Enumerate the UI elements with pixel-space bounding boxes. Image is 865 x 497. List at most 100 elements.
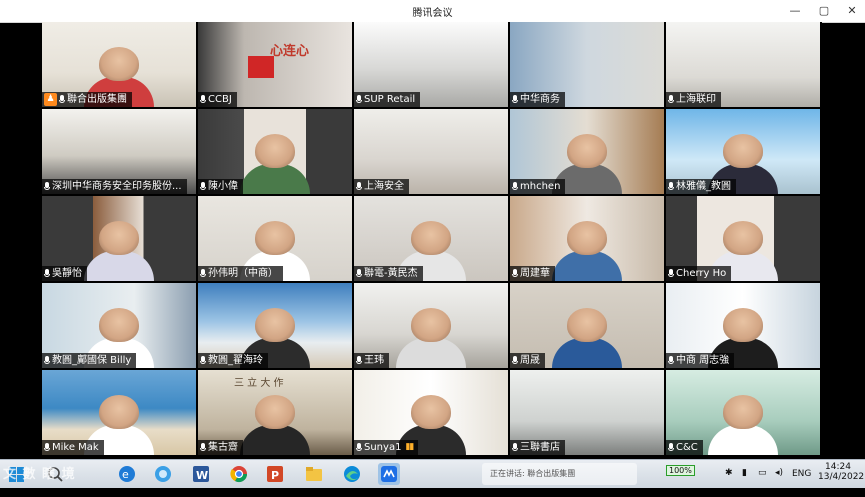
participant-name-tag: Cherry Ho xyxy=(666,266,732,281)
participant-name-tag: ♟ 聯合出版集團 xyxy=(42,92,132,107)
taskbar: e W P 正在讲话: 聯合出版集團 100% ✱ ▮ ▭ ◂) ENG 14:… xyxy=(0,459,865,488)
participant-name: 教圓_鄺國保 Billy xyxy=(52,355,132,366)
participant-face xyxy=(411,395,451,429)
video-tile[interactable]: C&C xyxy=(666,370,820,455)
participant-name: 吳靜怡 xyxy=(52,268,82,279)
participant-name: 深圳中华商务安全印务股份... xyxy=(52,181,182,192)
video-tile[interactable]: SUP Retail xyxy=(354,22,508,107)
participant-name: 教圓_翟海玲 xyxy=(208,355,263,366)
participant-name: 周晟 xyxy=(520,355,540,366)
microphone-icon xyxy=(200,95,206,104)
microphone-icon xyxy=(44,269,50,278)
powerpoint-icon[interactable]: P xyxy=(264,463,286,485)
participant-face xyxy=(723,395,763,429)
participant-face xyxy=(567,134,607,168)
start-button[interactable] xyxy=(6,463,28,485)
video-tile[interactable]: 深圳中华商务安全印务股份... xyxy=(42,109,196,194)
video-tile[interactable]: 上海联印 xyxy=(666,22,820,107)
video-tile[interactable]: 教圓_翟海玲 xyxy=(198,283,352,368)
participant-face xyxy=(411,221,451,255)
bluetooth-icon[interactable]: ✱ xyxy=(725,468,733,496)
chrome-icon[interactable] xyxy=(228,463,250,485)
participant-name-tag: C&C xyxy=(666,440,703,455)
microphone-icon xyxy=(44,356,50,365)
video-tile[interactable]: 林雅儀_教圓 xyxy=(666,109,820,194)
speaking-status: 正在讲话: 聯合出版集團 xyxy=(482,463,637,485)
participant-name: SUP Retail xyxy=(364,94,416,105)
video-tile[interactable]: 中华商务 xyxy=(510,22,664,107)
microphone-icon xyxy=(200,182,206,191)
participant-name: 上海安全 xyxy=(364,181,404,192)
video-tile[interactable]: ♟ 聯合出版集團 xyxy=(42,22,196,107)
edge-icon[interactable] xyxy=(341,463,363,485)
wall-calligraphy: 三 立 大 作 xyxy=(234,378,284,389)
participant-name: 孙伟明（中商） xyxy=(208,268,278,279)
microphone-icon xyxy=(356,182,362,191)
participant-name-tag: 吳靜怡 xyxy=(42,266,87,281)
video-tile[interactable]: 周建華 xyxy=(510,196,664,281)
video-tile[interactable]: mhchen xyxy=(510,109,664,194)
participant-face xyxy=(567,221,607,255)
video-tile[interactable]: 吳靜怡 xyxy=(42,196,196,281)
battery-percent: 100% xyxy=(666,465,695,476)
video-tile[interactable]: Sunya1 ▮▮ xyxy=(354,370,508,455)
microphone-icon xyxy=(512,356,518,365)
microphone-icon xyxy=(668,269,674,278)
browser-icon[interactable] xyxy=(152,463,174,485)
clock-time: 14:24 xyxy=(825,462,851,472)
maximize-button[interactable]: ▢ xyxy=(812,2,836,20)
participant-name-tag: mhchen xyxy=(510,179,566,194)
edge-legacy-icon[interactable]: e xyxy=(116,463,138,485)
video-tile[interactable]: 中商 周志強 xyxy=(666,283,820,368)
file-explorer-icon[interactable] xyxy=(303,463,325,485)
microphone-icon xyxy=(668,182,674,191)
video-tile[interactable]: 三聯書店 xyxy=(510,370,664,455)
video-tile[interactable]: 孙伟明（中商） xyxy=(198,196,352,281)
search-icon[interactable] xyxy=(44,463,66,485)
participant-name-tag: 王玮 xyxy=(354,353,389,368)
tencent-meeting-icon[interactable] xyxy=(378,463,400,485)
microphone-icon xyxy=(512,443,518,452)
microphone-icon xyxy=(44,182,50,191)
video-tile[interactable]: 王玮 xyxy=(354,283,508,368)
participant-name: 陳小偉 xyxy=(208,181,238,192)
video-tile[interactable]: 三 立 大 作集古齋 xyxy=(198,370,352,455)
volume-icon[interactable]: ◂) xyxy=(775,468,783,496)
minimize-button[interactable]: — xyxy=(783,2,807,20)
video-tile[interactable]: 上海安全 xyxy=(354,109,508,194)
participant-name-tag: 上海安全 xyxy=(354,179,409,194)
participant-name-tag: CCBJ xyxy=(198,92,237,107)
microphone-icon xyxy=(200,356,206,365)
participant-name-tag: 周晟 xyxy=(510,353,545,368)
video-grid: ♟ 聯合出版集團 心连心 CCBJ SUP Retail 中华商务 上海联印深圳中华商务安全… xyxy=(42,22,822,459)
participant-face xyxy=(99,308,139,342)
participant-name: 林雅儀_教圓 xyxy=(676,181,731,192)
microphone-icon xyxy=(59,95,65,104)
participant-name: 聯電-黃民杰 xyxy=(364,268,418,279)
video-tile[interactable]: 陳小偉 xyxy=(198,109,352,194)
clock[interactable]: 14:24 13/4/2022 xyxy=(818,462,864,490)
language-indicator[interactable]: ENG xyxy=(792,469,811,497)
video-tile[interactable]: 心连心 CCBJ xyxy=(198,22,352,107)
microphone-icon xyxy=(668,443,674,452)
word-icon[interactable]: W xyxy=(190,463,212,485)
microphone-icon xyxy=(512,95,518,104)
notification-icon[interactable]: ▭ xyxy=(758,468,767,496)
participant-name-tag: 集古齋 xyxy=(198,440,243,455)
microphone-icon xyxy=(512,182,518,191)
network-icon[interactable]: ▮ xyxy=(742,468,747,496)
speaking-indicator-icon: ▮▮ xyxy=(405,442,414,452)
video-tile[interactable]: 教圓_鄺國保 Billy xyxy=(42,283,196,368)
video-tile[interactable]: 聯電-黃民杰 xyxy=(354,196,508,281)
close-button[interactable]: ✕ xyxy=(840,2,864,20)
microphone-icon xyxy=(668,95,674,104)
participant-name: Mike Mak xyxy=(52,442,99,453)
participant-name: 聯合出版集團 xyxy=(67,94,127,105)
participant-face xyxy=(723,308,763,342)
participant-name-tag: 中商 周志強 xyxy=(666,353,735,368)
video-tile[interactable]: Mike Mak xyxy=(42,370,196,455)
video-tile[interactable]: Cherry Ho xyxy=(666,196,820,281)
participant-name: 三聯書店 xyxy=(520,442,560,453)
microphone-icon xyxy=(44,443,50,452)
video-tile[interactable]: 周晟 xyxy=(510,283,664,368)
